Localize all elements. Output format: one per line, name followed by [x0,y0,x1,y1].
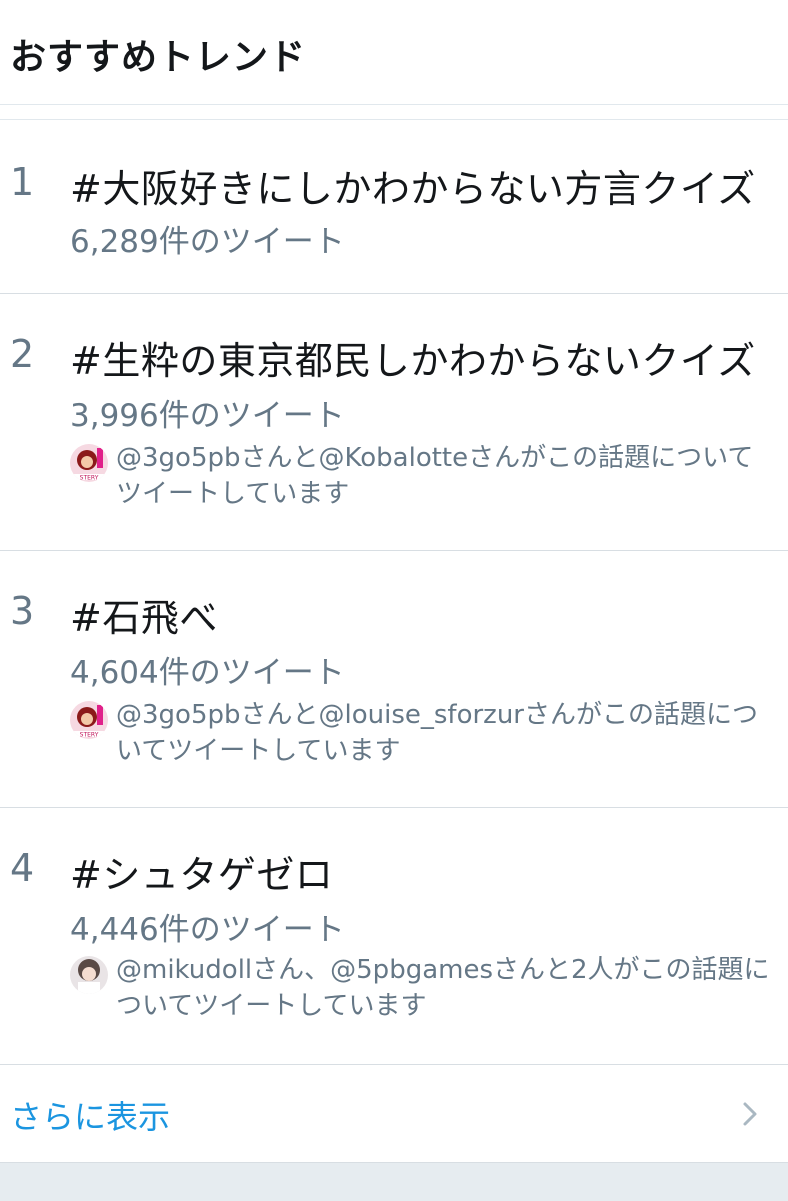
trend-name[interactable]: #シュタゲゼロ [70,844,333,899]
trend-divider [0,1064,788,1065]
show-more-button[interactable]: さらに表示 [0,1066,788,1160]
trend-item[interactable]: 1 #大阪好きにしかわからない方言クイズ 6,289件のツイート [0,120,788,294]
trend-rank: 2 [10,332,35,376]
page-title: おすすめトレンド [10,37,307,78]
trend-name[interactable]: #石飛べ [70,587,218,642]
trend-rank: 3 [10,589,35,633]
section-footer-band [0,1162,788,1201]
avatar[interactable]: STERY [70,444,108,482]
trend-rank: 1 [10,160,35,204]
avatar[interactable] [70,956,108,994]
trend-tweet-count: 4,604件のツイート [70,655,345,691]
trend-context-text: @3go5pbさんと@Kobalotteさんがこの話題についてツイートしています [116,443,754,509]
svg-text:STERY: STERY [80,475,99,482]
chevron-right-icon [743,1102,757,1126]
trend-tweet-count: 6,289件のツイート [70,224,345,260]
trend-tweet-count: 4,446件のツイート [70,912,345,948]
header-divider-top [0,104,788,105]
trends-header: おすすめトレンド [0,0,788,104]
trend-item[interactable]: 3 #石飛べ 4,604件のツイート STERY @3go5pbさんと@loui… [0,551,788,807]
trend-tweet-count: 3,996件のツイート [70,398,345,434]
trend-item[interactable]: 2 #生粋の東京都民しかわからないクイズ 3,996件のツイート STERY @… [0,294,788,550]
trend-rank: 4 [10,846,35,890]
trend-item[interactable]: 4 #シュタゲゼロ 4,446件のツイート @mikudollさん、@5pbga… [0,808,788,1064]
svg-text:STERY: STERY [80,732,99,739]
trend-context-text: @3go5pbさんと@louise_sforzurさんがこの話題についてツイート… [116,700,758,766]
trend-name[interactable]: #生粋の東京都民しかわからないクイズ [70,330,756,385]
trend-context-text: @mikudollさん、@5pbgamesさんと2人がこの話題についてツイートし… [116,955,770,1021]
show-more-label: さらに表示 [10,1098,171,1136]
trend-name[interactable]: #大阪好きにしかわからない方言クイズ [70,158,756,213]
avatar[interactable]: STERY [70,701,108,739]
